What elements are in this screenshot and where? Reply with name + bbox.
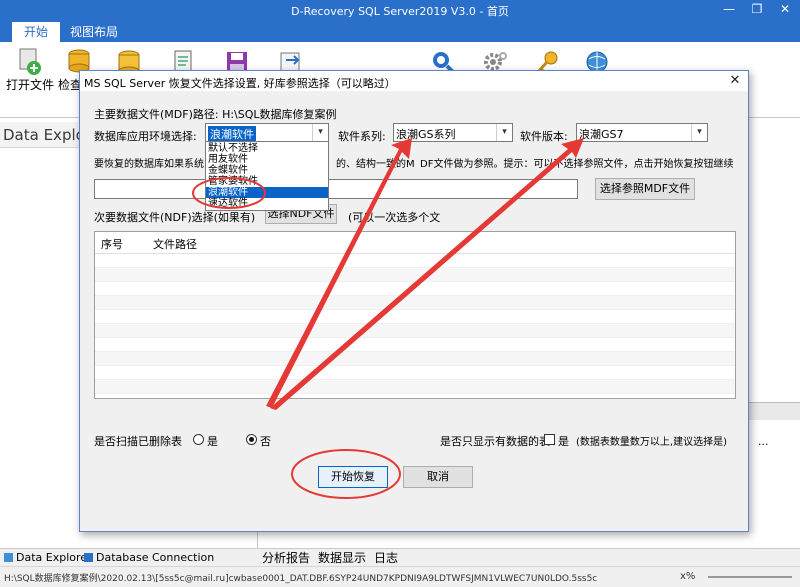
zoom-label: x% xyxy=(680,571,696,582)
ribbon-tab-bar: 开始 视图布局 xyxy=(0,20,800,42)
minimize-button[interactable]: — xyxy=(716,0,742,20)
ref-mdf-path-input[interactable] xyxy=(94,179,578,199)
column-header-path[interactable]: 文件路径 xyxy=(153,236,197,252)
cancel-button[interactable]: 取消 xyxy=(403,466,473,488)
series-select-value: 浪潮GS系列 xyxy=(396,128,456,141)
scan-deleted-no-label: 否 xyxy=(260,435,271,448)
table-row xyxy=(95,352,735,366)
table-row xyxy=(95,254,735,268)
version-label: 软件版本: xyxy=(520,130,568,143)
env-option-suda[interactable]: 速达软件 xyxy=(206,198,328,209)
tab-data-explorer-label: Data Explorer xyxy=(16,551,92,564)
tab-database-connection[interactable]: Database Connection xyxy=(84,550,214,566)
close-window-button[interactable]: ✕ xyxy=(772,0,798,20)
bottom-tab-bar: Data Explorer Database Connection 分析报告 数… xyxy=(0,548,800,566)
env-option-default[interactable]: 默认不选择 xyxy=(206,143,328,154)
series-select[interactable]: 浪潮GS系列 ▾ xyxy=(393,123,513,142)
only-data-hint: (数据表数量数万以上,建议选择是) xyxy=(576,437,727,448)
scan-deleted-yes-radio[interactable] xyxy=(193,434,204,445)
ref-hint-right-cont: DF文件做为参照。提示：可以不选择参照文件，点击开始恢复按钮继续 xyxy=(420,159,734,170)
table-row xyxy=(95,366,735,380)
env-label: 数据库应用环境选择: xyxy=(94,130,197,143)
select-ref-mdf-button[interactable]: 选择参照MDF文件 xyxy=(595,178,695,200)
open-file-label: 打开文件 xyxy=(6,78,55,92)
ndf-file-table[interactable]: 序号 文件路径 xyxy=(94,231,736,399)
tab-log[interactable]: 日志 xyxy=(374,550,398,566)
dialog-close-button[interactable]: ✕ xyxy=(726,73,744,89)
database-icon xyxy=(84,553,93,562)
env-select[interactable]: 浪潮软件 ▾ xyxy=(205,123,329,142)
only-data-yes-label: 是 xyxy=(558,435,569,448)
dialog-title: MS SQL Server 恢复文件选择设置, 好库参照选择（可以略过） xyxy=(80,71,748,91)
scan-deleted-yes-label: 是 xyxy=(207,435,218,448)
status-path: H:\SQL数据库修复案例\2020.02.13\[5ss5c@mail.ru]… xyxy=(4,574,598,584)
column-header-index[interactable]: 序号 xyxy=(101,236,123,252)
maximize-button[interactable]: ❐ xyxy=(744,0,770,20)
chevron-down-icon[interactable]: ▾ xyxy=(496,124,512,141)
tab-data-display[interactable]: 数据显示 xyxy=(318,550,366,566)
version-select-value: 浪潮GS7 xyxy=(579,128,624,141)
env-dropdown-list: 默认不选择 用友软件 金蝶软件 管家婆软件 浪潮软件 速达软件 xyxy=(205,141,329,211)
table-row xyxy=(95,310,735,324)
ndf-label: 次要数据文件(NDF)选择(如果有) xyxy=(94,211,256,224)
output-strip xyxy=(748,402,800,420)
env-option-kingdee[interactable]: 金蝶软件 xyxy=(206,165,328,176)
tab-view-layout[interactable]: 视图布局 xyxy=(58,22,130,42)
table-row xyxy=(95,282,735,296)
tab-data-explorer[interactable]: Data Explorer xyxy=(4,550,92,566)
tab-database-connection-label: Database Connection xyxy=(96,551,215,564)
title-bar: D-Recovery SQL Server2019 V3.0 - 首页 — ❐ … xyxy=(0,0,800,20)
env-option-yonyou[interactable]: 用友软件 xyxy=(206,154,328,165)
table-row xyxy=(95,268,735,282)
add-file-icon xyxy=(19,48,41,75)
table-row xyxy=(95,338,735,352)
ndf-hint: (可以一次选多个文 xyxy=(348,211,441,224)
explorer-icon xyxy=(4,553,13,562)
zoom-slider[interactable] xyxy=(708,576,792,578)
table-row xyxy=(95,324,735,338)
ref-hint-left: 要恢复的数据库如果系统 xyxy=(94,159,204,170)
scan-deleted-label: 是否扫描已删除表 xyxy=(94,435,182,448)
table-header: 序号 文件路径 xyxy=(95,232,735,254)
env-option-inspur[interactable]: 浪潮软件 xyxy=(206,187,328,198)
chevron-down-icon[interactable]: ▾ xyxy=(691,124,707,141)
tab-analysis-report[interactable]: 分析报告 xyxy=(262,550,310,566)
tab-start[interactable]: 开始 xyxy=(12,22,61,42)
table-row xyxy=(95,380,735,394)
series-label: 软件系列: xyxy=(338,130,386,143)
scan-deleted-no-radio[interactable] xyxy=(246,434,257,445)
output-ellipsis: ... xyxy=(758,435,769,448)
mdf-path-label: 主要数据文件(MDF)路径: H:\SQL数据库修复案例 xyxy=(94,108,337,121)
dialog-title-text: MS SQL Server 恢复文件选择设置, 好库参照选择（可以略过） xyxy=(84,77,396,90)
ref-hint-right: 的、结构一致的M xyxy=(336,159,415,170)
status-bar: H:\SQL数据库修复案例\2020.02.13\[5ss5c@mail.ru]… xyxy=(0,566,800,587)
table-row xyxy=(95,296,735,310)
env-select-value: 浪潮软件 xyxy=(208,126,256,142)
env-option-guanjiapo[interactable]: 管家婆软件 xyxy=(206,176,328,187)
start-recovery-button[interactable]: 开始恢复 xyxy=(318,466,388,488)
only-data-label: 是否只显示有数据的表 xyxy=(440,435,550,448)
window-title: D-Recovery SQL Server2019 V3.0 - 首页 xyxy=(291,5,509,18)
chevron-down-icon[interactable]: ▾ xyxy=(312,124,328,141)
version-select[interactable]: 浪潮GS7 ▾ xyxy=(576,123,708,142)
only-data-checkbox[interactable] xyxy=(544,434,555,445)
recovery-settings-dialog: MS SQL Server 恢复文件选择设置, 好库参照选择（可以略过） ✕ 主… xyxy=(79,70,749,532)
